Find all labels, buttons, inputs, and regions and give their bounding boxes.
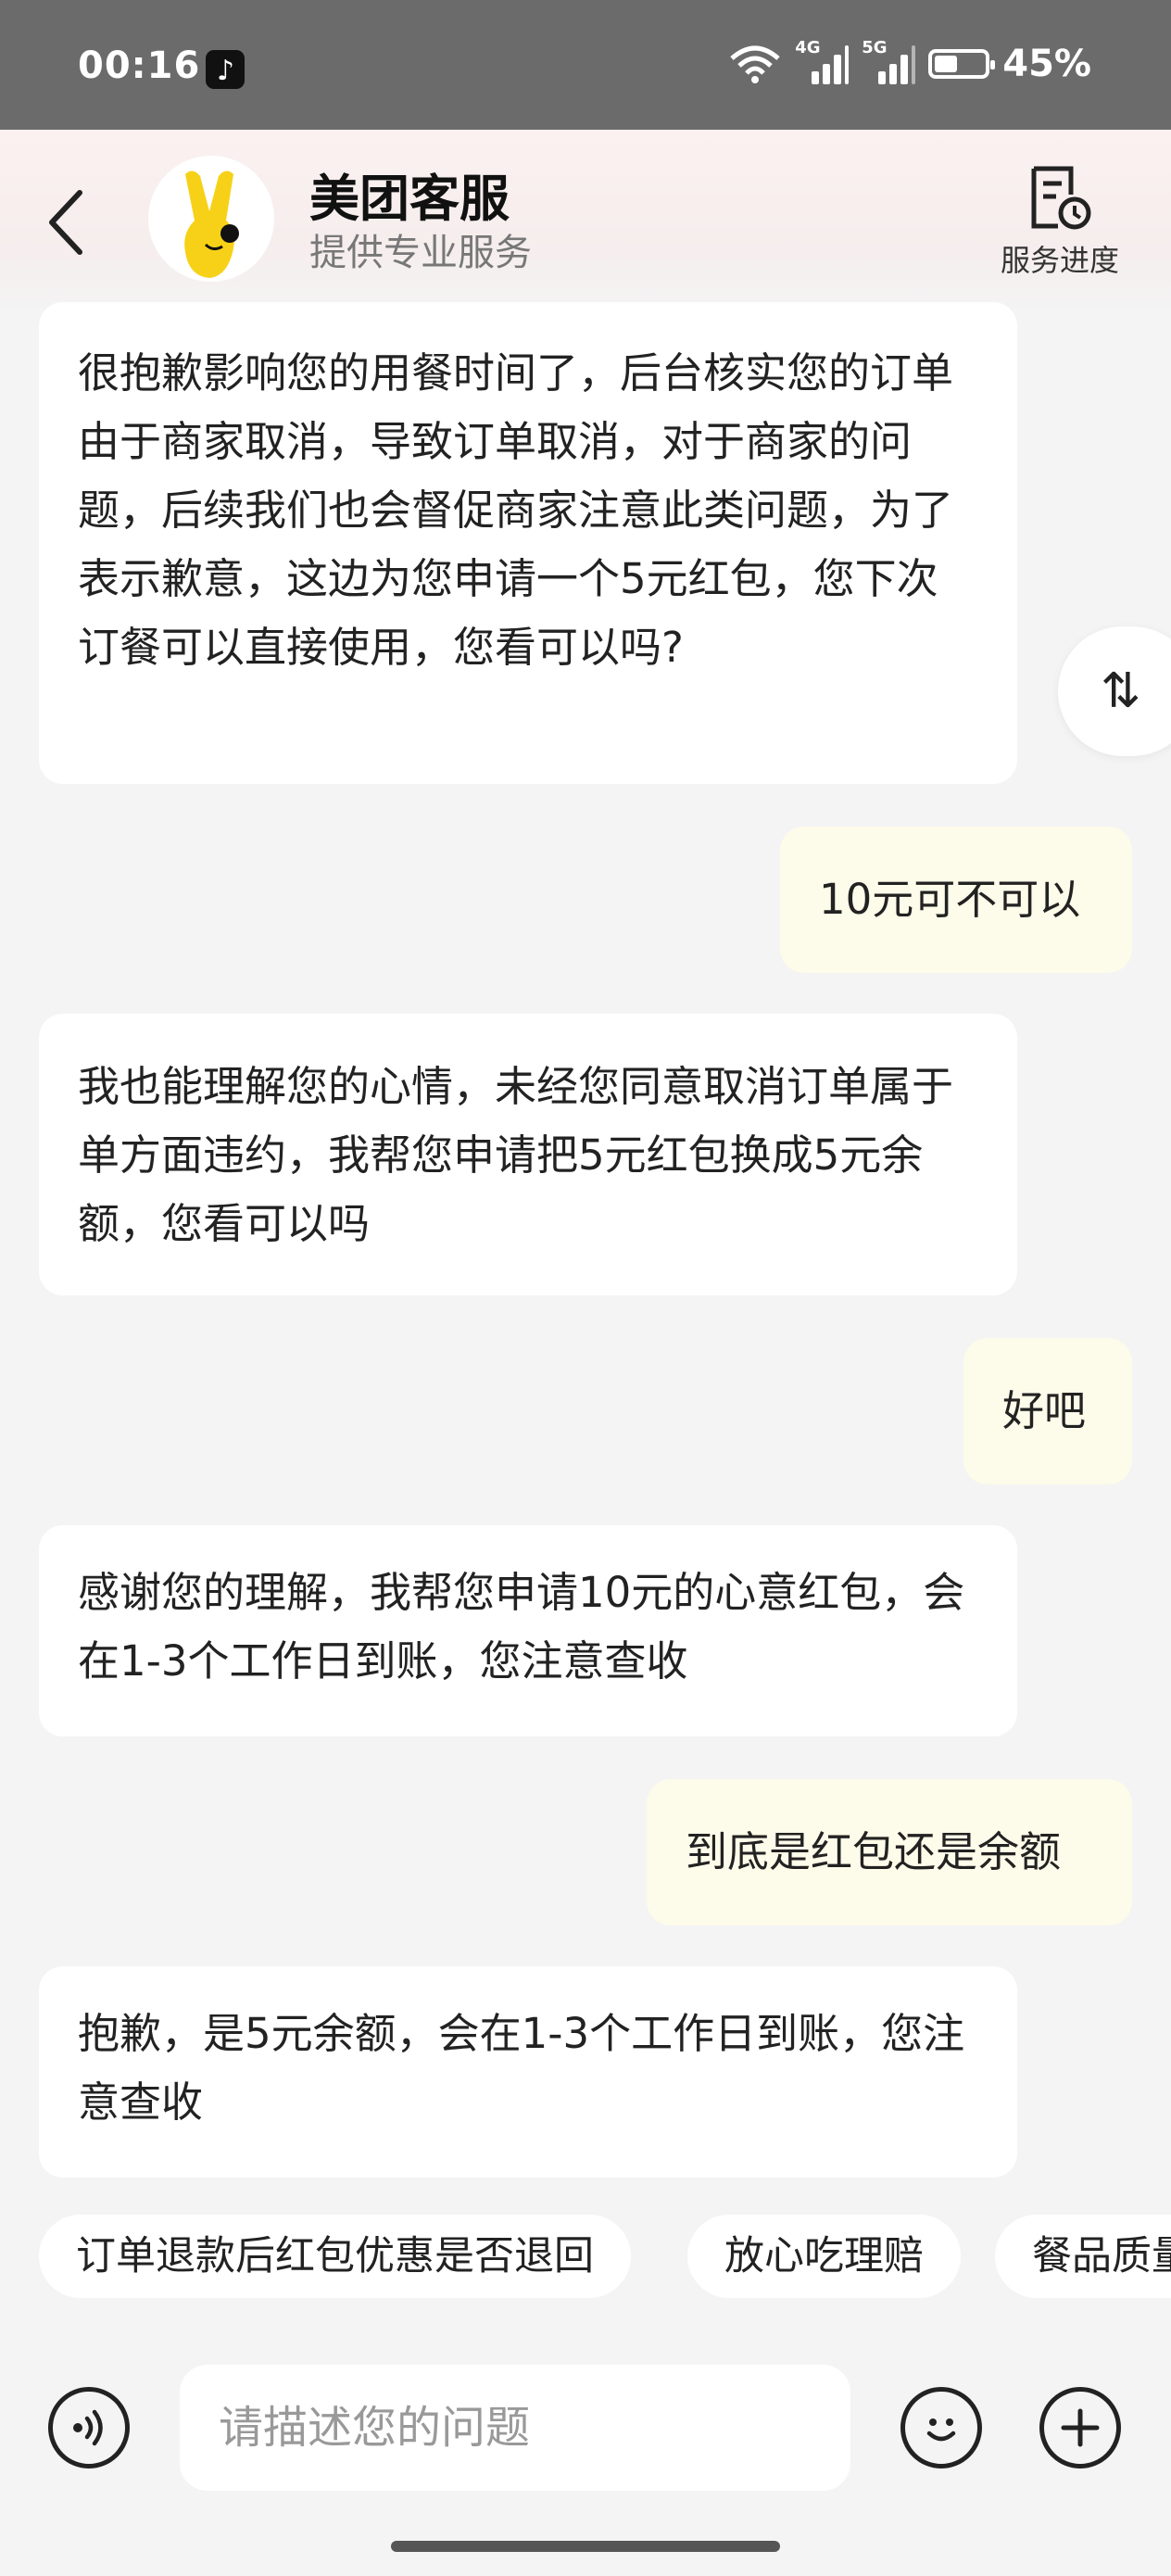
network-type-1: 4G [795, 38, 821, 57]
chat-header: 美团客服 提供专业服务 服务进度 [0, 130, 1171, 315]
chat-title: 美团客服 [309, 170, 510, 228]
status-indicators: 4G 5G 45% [728, 38, 1091, 85]
signal-4g-icon: 4G [795, 38, 850, 84]
service-progress-button[interactable]: 服务进度 [995, 163, 1125, 280]
message-text: 到底是红包还是余额 [686, 1827, 1062, 1876]
add-button[interactable] [1039, 2387, 1121, 2469]
service-progress-label: 服务进度 [1000, 243, 1119, 278]
status-time: 00:16 [78, 44, 201, 87]
chat-subtitle: 提供专业服务 [309, 232, 532, 274]
quick-reply-label: 放心吃理赔 [724, 2233, 924, 2279]
emoji-button[interactable] [900, 2387, 982, 2469]
quick-reply-label: 餐品质量 [1032, 2233, 1171, 2279]
message-input[interactable]: 请描述您的问题 [180, 2365, 850, 2491]
message-text: 我也能理解您的心情，未经您同意取消订单属于单方面违约，我帮您申请把5元红包换成5… [78, 1062, 954, 1248]
message-bubble-user: 到底是红包还是余额 [647, 1779, 1132, 1926]
voice-icon [73, 2409, 103, 2446]
message-bubble-agent: 抱歉，是5元余额，会在1-3个工作日到账，您注意查收 [39, 1966, 1017, 2178]
input-placeholder: 请描述您的问题 [219, 2402, 531, 2454]
sort-arrows-icon: ⇅ [1101, 663, 1141, 719]
quick-reply-chip[interactable]: 餐品质量 [995, 2215, 1171, 2298]
home-indicator[interactable] [391, 2541, 780, 2552]
smiley-icon [926, 2418, 956, 2442]
battery-icon [928, 49, 996, 79]
message-text: 感谢您的理解，我帮您申请10元的心意红包，会在1-3个工作日到账，您注意查收 [78, 1568, 965, 1686]
voice-input-button[interactable] [48, 2387, 130, 2469]
message-text: 10元可不可以 [819, 875, 1081, 924]
agent-avatar[interactable] [148, 156, 274, 282]
message-bubble-agent: 我也能理解您的心情，未经您同意取消订单属于单方面违约，我帮您申请把5元红包换成5… [39, 1014, 1017, 1295]
quick-reply-chip[interactable]: 放心吃理赔 [687, 2215, 961, 2298]
message-text: 好吧 [1002, 1386, 1087, 1435]
signal-5g-icon: 5G [862, 38, 916, 84]
message-bubble-agent: 很抱歉影响您的用餐时间了，后台核实您的订单由于商家取消，导致订单取消，对于商家的… [39, 302, 1017, 784]
plus-icon [1061, 2408, 1100, 2447]
battery-percent: 45% [1002, 43, 1091, 85]
message-text: 很抱歉影响您的用餐时间了，后台核实您的订单由于商家取消，导致订单取消，对于商家的… [78, 348, 954, 672]
message-bubble-agent: 感谢您的理解，我帮您申请10元的心意红包，会在1-3个工作日到账，您注意查收 [39, 1525, 1017, 1736]
wifi-icon [730, 45, 780, 83]
message-bubble-user: 10元可不可以 [780, 827, 1132, 973]
chevron-left-icon [49, 190, 82, 255]
quick-reply-chip[interactable]: 订单退款后红包优惠是否退回 [39, 2215, 631, 2298]
tiktok-icon: ♪ [206, 50, 245, 89]
kangaroo-mascot-icon [184, 170, 239, 278]
quick-reply-label: 订单退款后红包优惠是否退回 [76, 2233, 594, 2279]
back-button[interactable] [43, 185, 98, 259]
status-bar: 00:16 ♪ 4G 5G 45% [0, 0, 1171, 130]
message-text: 抱歉，是5元余额，会在1-3个工作日到账，您注意查收 [78, 2009, 965, 2127]
scroll-toggle-button[interactable]: ⇅ [1058, 626, 1171, 756]
message-bubble-user: 好吧 [963, 1338, 1132, 1484]
document-clock-icon [1031, 166, 1091, 230]
network-type-2: 5G [862, 38, 888, 57]
